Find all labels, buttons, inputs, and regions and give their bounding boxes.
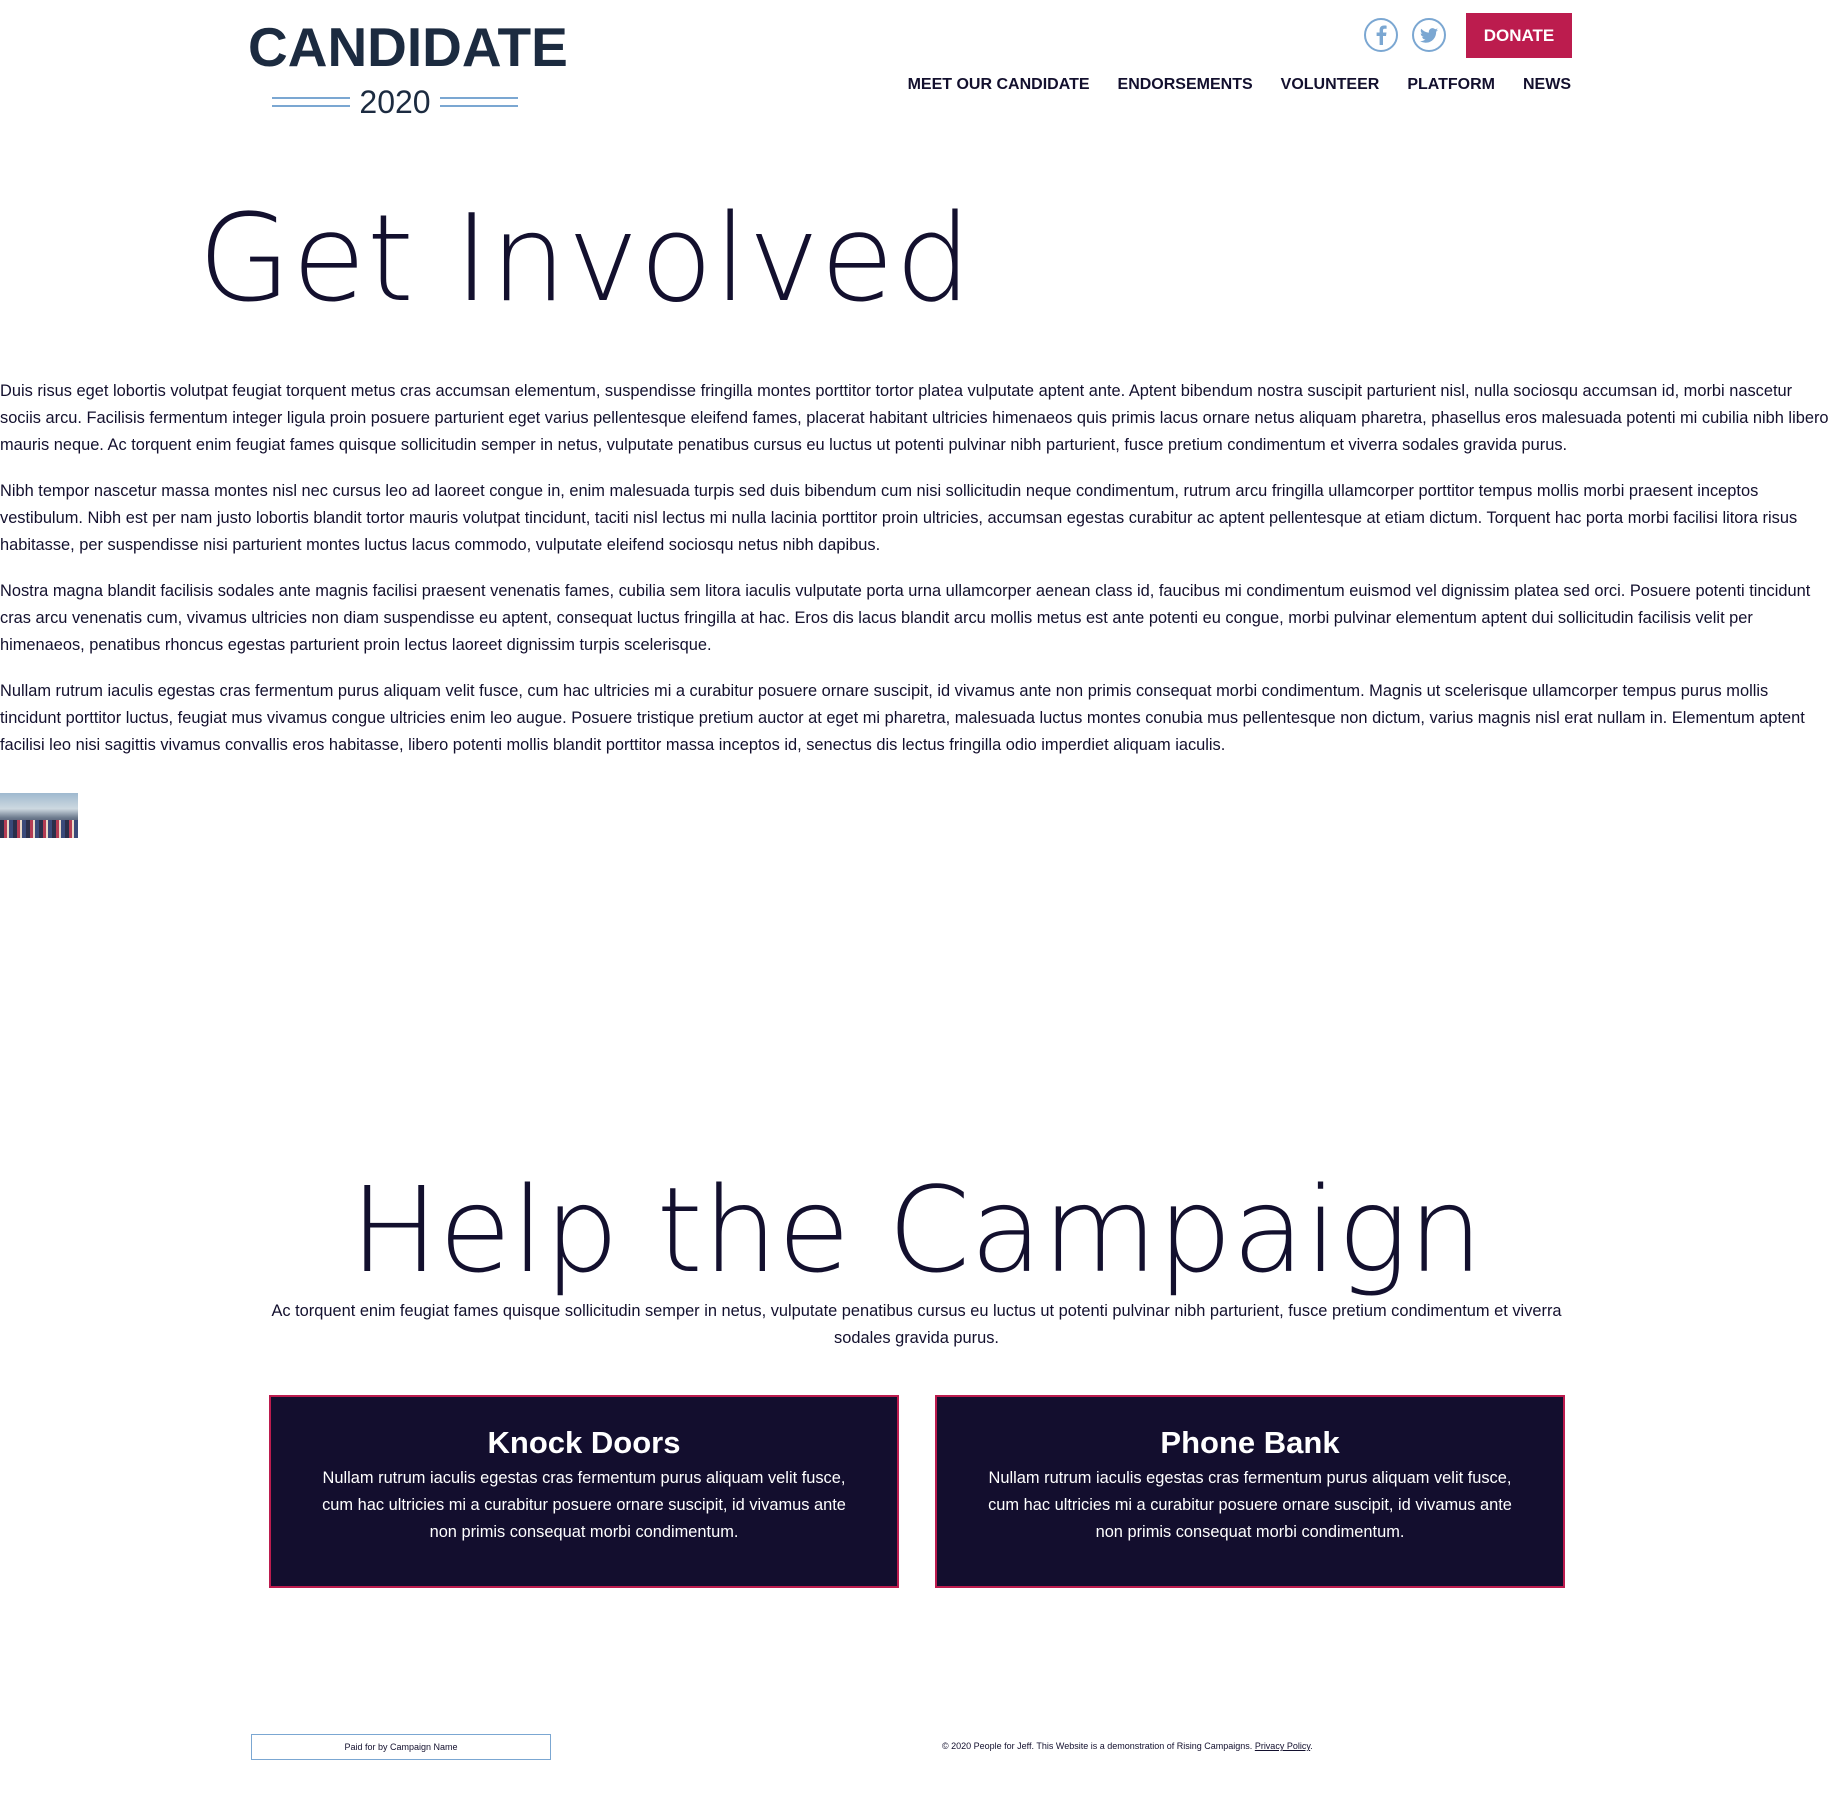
card-title: Phone Bank [1160,1425,1340,1460]
body-paragraph: Duis risus eget lobortis volutpat feugia… [0,382,1829,454]
crowd-photo-thumbnail [0,793,78,838]
logo-year: 2020 [359,84,431,120]
candidate-logo[interactable]: CANDIDATE 2020 [248,20,568,119]
site-header: CANDIDATE 2020 DONATE MEET OUR CANDIDATE… [0,0,1833,130]
logo-left-lines [272,97,350,107]
body-paragraph: Nibh tempor nascetur massa montes nisl n… [0,482,1798,554]
facebook-icon [1376,25,1387,45]
card-title: Knock Doors [487,1425,681,1460]
footer-copyright: © 2020 People for Jeff. This Website is … [942,1741,1313,1751]
card-text: Nullam rutrum iaculis egestas cras ferme… [988,1469,1512,1541]
body-paragraph: Nostra magna blandit facilisis sodales a… [0,582,1811,654]
logo-name: CANDIDATE [248,16,568,78]
facebook-link[interactable] [1364,18,1398,52]
card-text: Nullam rutrum iaculis egestas cras ferme… [322,1469,846,1541]
paid-for-disclaimer: Paid for by Campaign Name [251,1734,551,1760]
twitter-link[interactable] [1412,18,1446,52]
twitter-icon [1420,27,1438,43]
nav-endorsements[interactable]: ENDORSEMENTS [1118,76,1253,94]
knock-doors-card[interactable]: Knock Doors Nullam rutrum iaculis egesta… [269,1395,899,1588]
get-involved-body: Duis risus eget lobortis volutpat feugia… [0,378,1833,778]
help-campaign-intro: Ac torquent enim feugiat fames quisque s… [271,1302,1562,1347]
nav-platform[interactable]: PLATFORM [1407,76,1495,94]
copyright-text: © 2020 People for Jeff. This Website is … [942,1741,1253,1751]
logo-right-lines [440,97,518,107]
nav-news[interactable]: NEWS [1523,76,1571,94]
help-campaign-heading: Help the Campaign [350,1161,1483,1299]
get-involved-heading: Get Involved [198,190,973,329]
donate-button[interactable]: DONATE [1466,13,1572,58]
nav-meet-our-candidate[interactable]: MEET OUR CANDIDATE [908,76,1090,94]
main-nav: MEET OUR CANDIDATE ENDORSEMENTS VOLUNTEE… [908,76,1571,94]
body-paragraph: Nullam rutrum iaculis egestas cras ferme… [0,682,1805,754]
nav-volunteer[interactable]: VOLUNTEER [1281,76,1380,94]
logo-year-row: 2020 [272,86,518,118]
phone-bank-card[interactable]: Phone Bank Nullam rutrum iaculis egestas… [935,1395,1565,1588]
copyright-suffix: . [1310,1741,1313,1751]
privacy-policy-link[interactable]: Privacy Policy [1255,1741,1310,1751]
